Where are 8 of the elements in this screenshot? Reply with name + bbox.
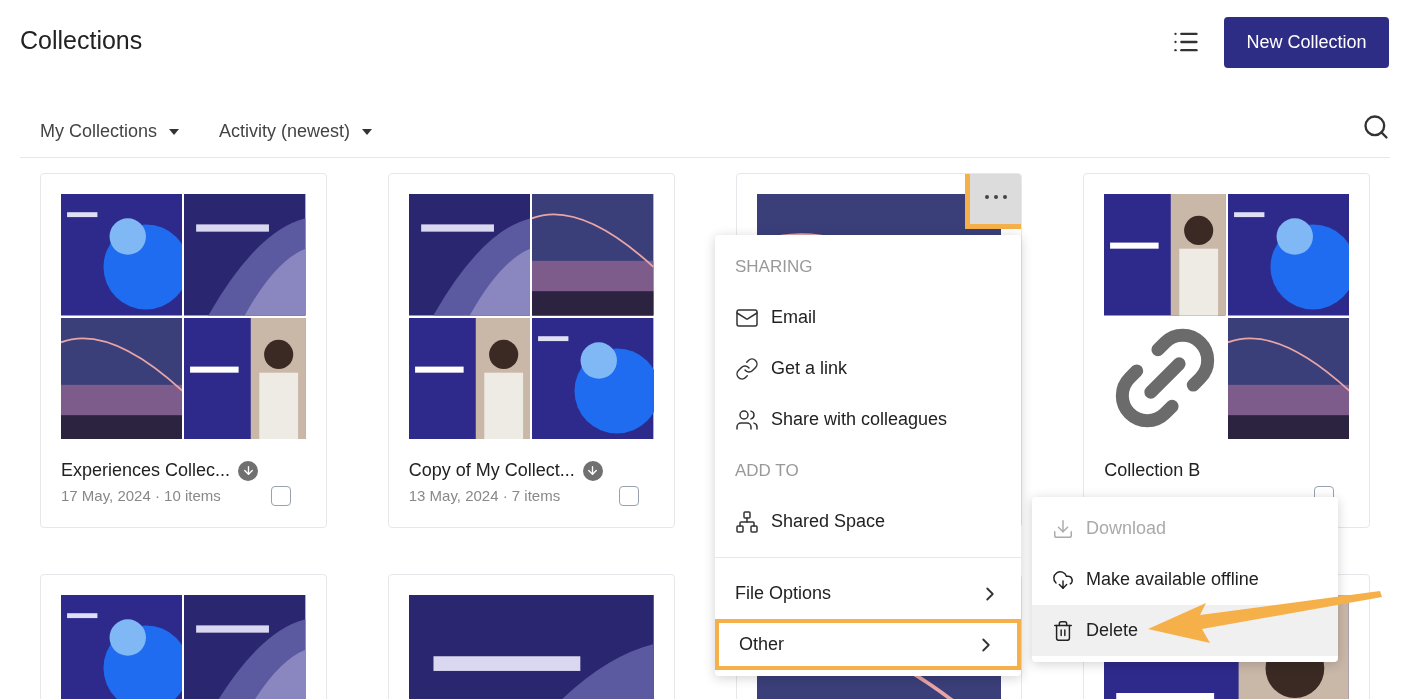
collection-meta: 13 May, 2024 · 7 items [408,485,561,506]
collection-title: Collection B [1104,459,1201,482]
collection-title: Experiences Collec... [61,459,231,482]
collection-title: Copy of My Collect... [408,459,575,482]
menu-section-heading: ADD TO [735,459,799,482]
collection-meta: 17 May, 2024 · 10 items [61,485,221,506]
page-title: Collections [20,25,143,57]
menu-section-heading: SHARING [735,255,813,278]
